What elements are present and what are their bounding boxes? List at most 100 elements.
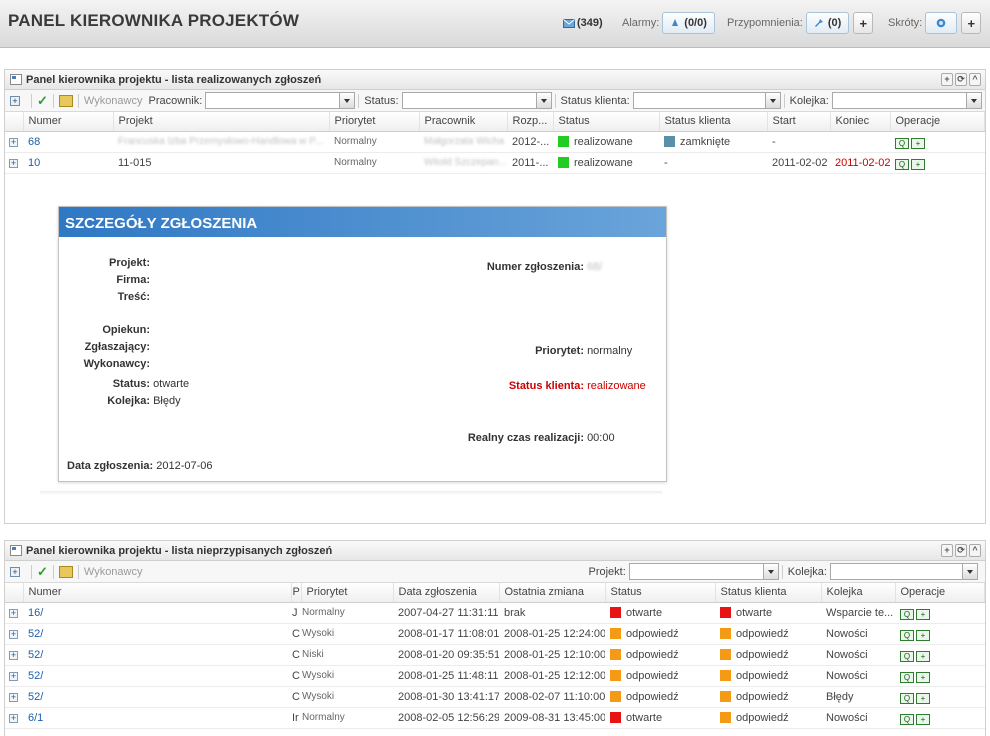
przypomnienia-value: (0) [827,17,842,29]
row-expand-icon[interactable]: + [9,713,18,723]
edit-icon[interactable]: + [916,608,930,620]
table-row[interactable]: +52/C Wysoki 2008-01-17 11:08:01 2008-01-25… [5,623,985,645]
przypomnienia-button[interactable]: (0) [805,12,850,34]
status-klienta-select[interactable] [632,92,781,109]
row-p: C [291,686,301,708]
status-color-icon [558,156,569,168]
col-header[interactable]: Start [767,112,831,132]
view-icon[interactable]: Q [900,629,914,641]
panel-controls: + ⟳ ^ [939,73,981,86]
col-header: Operacje [890,112,985,132]
row-number-link[interactable]: 52/ [28,628,43,640]
view-icon[interactable]: Q [900,671,914,683]
add-reminder-button[interactable]: + [853,12,874,34]
row-expand-icon[interactable]: + [9,671,18,681]
col-header[interactable]: Data zgłoszenia [393,583,500,603]
table-row[interactable]: +52/C Niski 2008-01-20 09:35:51 2008-01-25 … [5,644,985,666]
check-icon[interactable]: ✓ [37,564,48,580]
col-header[interactable]: Status [553,112,660,132]
col-header[interactable]: P [291,583,302,603]
messages-link[interactable]: (349) [563,13,603,33]
edit-icon[interactable]: + [916,692,930,704]
table-row[interactable]: + 68 Francuska Izba Przemysłowo-Handlowa… [5,131,985,153]
refresh-icon[interactable]: ⟳ [955,73,967,86]
skroty-button[interactable] [925,12,958,34]
add-shortcut-button[interactable]: + [961,12,982,34]
edit-icon[interactable]: + [916,671,930,683]
view-icon[interactable]: Q [895,158,909,170]
kolejka-select[interactable] [831,92,982,109]
view-icon[interactable]: Q [900,713,914,725]
row-expand-icon[interactable]: + [9,158,18,168]
table-row[interactable]: +52/C Wysoki 2008-01-30 13:41:17 2008-02-07… [5,686,985,708]
panel-title: Panel kierownika projektu - lista nieprz… [26,544,333,557]
pracownik-select[interactable] [205,92,356,109]
expand-icon[interactable]: + [941,73,953,86]
row-kolejka: Nowości [821,644,895,666]
edit-icon[interactable]: + [916,650,930,662]
view-icon[interactable]: Q [900,692,914,704]
expand-all-icon[interactable]: + [10,95,20,106]
row-number-link[interactable]: 10 [28,157,40,169]
view-icon[interactable]: Q [900,650,914,662]
image-icon[interactable] [58,565,73,578]
col-header[interactable]: Numer [23,583,292,603]
realizowane-table: Numer Projekt Priorytet Pracownik Rozp..… [5,112,985,174]
refresh-icon[interactable]: ⟳ [955,544,967,557]
edit-icon[interactable]: + [911,137,925,149]
wykonawcy-button[interactable]: Wykonawcy [84,566,143,578]
row-priorytet: Normalny [301,602,393,624]
projekt-select[interactable] [628,563,779,580]
edit-icon[interactable]: + [916,713,930,725]
col-header[interactable]: Status [605,583,716,603]
view-icon[interactable]: Q [895,137,909,149]
row-expand-icon[interactable]: + [9,608,18,618]
row-p: C [291,644,301,666]
wykonawcy-button[interactable]: Wykonawcy [84,95,143,107]
col-header[interactable]: Priorytet [329,112,420,132]
table-row[interactable]: +52/C Wysoki 2008-01-25 11:48:11 2008-01-25… [5,665,985,687]
edit-icon[interactable]: + [911,158,925,170]
row-status-klienta: otwarte [736,606,773,619]
collapse-icon[interactable]: ^ [969,73,981,86]
kolejka-select[interactable] [829,563,978,580]
col-header[interactable]: Priorytet [301,583,394,603]
view-icon[interactable]: Q [900,608,914,620]
row-number-link[interactable]: 52/ [28,670,43,682]
expand-all-icon[interactable]: + [10,566,20,577]
table-row[interactable]: +6/1 Ir Normalny 2008-02-05 12:56:29 2009-08… [5,707,985,729]
row-number-link[interactable]: 52/ [28,691,43,703]
edit-icon[interactable]: + [916,629,930,641]
row-koniec: 2011-02-02 [830,152,890,174]
col-header[interactable]: Kolejka [821,583,896,603]
row-expand-icon[interactable]: + [9,650,18,660]
col-header[interactable]: Status klienta [715,583,822,603]
col-header[interactable]: Pracownik [419,112,508,132]
check-icon[interactable]: ✓ [37,93,48,109]
row-number-link[interactable]: 52/ [28,649,43,661]
row-expand-icon[interactable]: + [9,629,18,639]
col-header[interactable]: Rozp... [507,112,554,132]
image-icon[interactable] [58,94,73,107]
status-select[interactable] [401,92,552,109]
col-header[interactable]: Numer [23,112,114,132]
row-expand-icon[interactable]: + [9,692,18,702]
row-status: otwarte [626,711,663,724]
collapse-icon[interactable]: ^ [969,544,981,557]
row-number-link[interactable]: 16/ [28,607,43,619]
bell-icon [672,19,679,26]
row-number-link[interactable]: 68 [28,136,40,148]
col-header[interactable]: Ostatnia zmiana [499,583,606,603]
status-color-icon [610,690,621,702]
table-row[interactable]: +16/J Normalny 2007-04-27 11:31:11 brak otwa… [5,602,985,624]
col-header[interactable]: Status klienta [659,112,768,132]
col-header[interactable]: Projekt [113,112,330,132]
alarmy-button[interactable]: (0/0) [662,12,715,34]
table-row[interactable]: + 10 11-015 Normalny Witold Szczepan... … [5,152,985,174]
col-header[interactable]: Koniec [830,112,891,132]
status-klienta-color-icon [720,648,731,660]
row-number-link[interactable]: 6/1 [28,712,43,724]
page-title: PANEL KIEROWNIKA PROJEKTÓW [8,11,300,30]
row-expand-icon[interactable]: + [9,137,18,147]
expand-icon[interactable]: + [941,544,953,557]
